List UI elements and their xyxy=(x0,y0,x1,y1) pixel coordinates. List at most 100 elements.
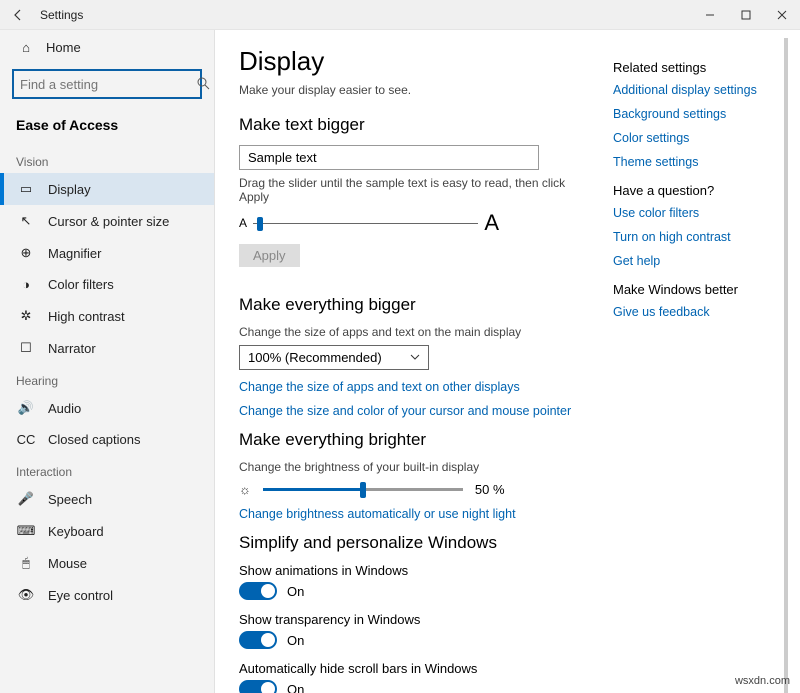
close-button[interactable] xyxy=(764,0,800,30)
slider-max-icon: A xyxy=(484,210,499,236)
heading-simplify: Simplify and personalize Windows xyxy=(239,533,589,553)
slider-min-icon: A xyxy=(239,216,247,230)
sidebar-item-label: Display xyxy=(48,182,91,197)
sidebar-item-closed-captions[interactable]: CC Closed captions xyxy=(0,424,214,455)
brightness-slider[interactable] xyxy=(263,488,463,491)
related-heading: Related settings xyxy=(613,60,776,75)
slider-track[interactable] xyxy=(253,223,478,224)
back-button[interactable] xyxy=(6,9,30,21)
toggle-label: Show animations in Windows xyxy=(239,563,589,578)
cursor-icon: ↖ xyxy=(16,213,36,229)
sidebar-item-label: Cursor & pointer size xyxy=(48,214,169,229)
related-link[interactable]: Background settings xyxy=(613,107,776,121)
link-night-light[interactable]: Change brightness automatically or use n… xyxy=(239,507,589,521)
link-cursor-size[interactable]: Change the size and color of your cursor… xyxy=(239,404,589,418)
heading-everything-bigger: Make everything bigger xyxy=(239,295,589,315)
sidebar-item-speech[interactable]: 🎤 Speech xyxy=(0,483,214,515)
question-heading: Have a question? xyxy=(613,183,776,198)
related-link[interactable]: Color settings xyxy=(613,131,776,145)
search-field[interactable] xyxy=(20,77,196,92)
home-label: Home xyxy=(46,40,81,55)
toggle-switch[interactable] xyxy=(239,680,277,693)
group-label: Hearing xyxy=(0,374,214,388)
chevron-down-icon xyxy=(410,350,420,365)
question-link[interactable]: Turn on high contrast xyxy=(613,230,776,244)
window-title: Settings xyxy=(40,8,83,22)
sidebar-item-label: Narrator xyxy=(48,341,96,356)
search-input[interactable] xyxy=(12,69,202,99)
scale-label: Change the size of apps and text on the … xyxy=(239,325,589,339)
page-subtitle: Make your display easier to see. xyxy=(239,83,589,97)
high-contrast-icon: ✲ xyxy=(16,308,36,324)
home-icon: ⌂ xyxy=(16,40,36,55)
maximize-button[interactable] xyxy=(728,0,764,30)
closed-captions-icon: CC xyxy=(16,432,36,447)
heading-brighter: Make everything brighter xyxy=(239,430,589,450)
toggle-state: On xyxy=(287,682,304,693)
sidebar-item-label: Closed captions xyxy=(48,432,141,447)
sample-text-box: Sample text xyxy=(239,145,539,170)
link-other-displays[interactable]: Change the size of apps and text on othe… xyxy=(239,380,589,394)
group-label: Interaction xyxy=(0,465,214,479)
category-title: Ease of Access xyxy=(0,111,214,145)
sun-icon: ☼ xyxy=(239,482,251,497)
titlebar: Settings xyxy=(0,0,800,30)
sidebar-item-label: Speech xyxy=(48,492,92,507)
sidebar-item-cursor[interactable]: ↖ Cursor & pointer size xyxy=(0,205,214,237)
text-size-slider[interactable]: A A xyxy=(239,210,499,236)
aside-panel: Related settings Additional display sett… xyxy=(609,38,784,693)
toggle-switch[interactable] xyxy=(239,631,277,649)
keyboard-icon: ⌨ xyxy=(16,523,36,539)
sidebar: ⌂ Home Ease of Access Vision ▭ Display ↖ Cur… xyxy=(0,30,215,693)
feedback-link[interactable]: Give us feedback xyxy=(613,305,776,319)
main-content: Display Make your display easier to see.… xyxy=(239,38,609,693)
group-label: Vision xyxy=(0,155,214,169)
related-link[interactable]: Additional display settings xyxy=(613,83,776,97)
page-title: Display xyxy=(239,46,589,77)
sidebar-item-display[interactable]: ▭ Display xyxy=(0,173,214,205)
audio-icon: 🔊 xyxy=(16,400,36,416)
mouse-icon: 🖱 xyxy=(16,555,36,571)
toggle-state: On xyxy=(287,584,304,599)
narrator-icon: ☐ xyxy=(16,340,36,356)
scrollbar[interactable] xyxy=(784,38,788,693)
brightness-value: 50 % xyxy=(475,482,505,497)
sidebar-item-keyboard[interactable]: ⌨ Keyboard xyxy=(0,515,214,547)
color-filters-icon: ◑ xyxy=(16,277,36,292)
scale-selected: 100% (Recommended) xyxy=(248,350,382,365)
sidebar-item-audio[interactable]: 🔊 Audio xyxy=(0,392,214,424)
sidebar-item-label: Audio xyxy=(48,401,81,416)
sidebar-item-label: High contrast xyxy=(48,309,125,324)
sidebar-item-magnifier[interactable]: ⊕Magnifier xyxy=(0,237,214,269)
slider-thumb[interactable] xyxy=(257,217,263,231)
question-link[interactable]: Get help xyxy=(613,254,776,268)
sidebar-item-label: Mouse xyxy=(48,556,87,571)
toggle-label: Show transparency in Windows xyxy=(239,612,589,627)
magnifier-icon: ⊕ xyxy=(16,245,36,261)
toggle-switch[interactable] xyxy=(239,582,277,600)
minimize-button[interactable] xyxy=(692,0,728,30)
slider-hint: Drag the slider until the sample text is… xyxy=(239,176,589,204)
scale-dropdown[interactable]: 100% (Recommended) xyxy=(239,345,429,370)
sidebar-item-high-contrast[interactable]: ✲ High contrast xyxy=(0,300,214,332)
display-icon: ▭ xyxy=(16,181,36,197)
question-link[interactable]: Use color filters xyxy=(613,206,776,220)
watermark: wsxdn.com xyxy=(735,675,790,687)
search-icon xyxy=(196,76,210,93)
brightness-label: Change the brightness of your built-in d… xyxy=(239,460,589,474)
sidebar-item-color-filters[interactable]: ◑ Color filters xyxy=(0,269,214,300)
sidebar-item-label: Keyboard xyxy=(48,524,104,539)
related-link[interactable]: Theme settings xyxy=(613,155,776,169)
speech-icon: 🎤 xyxy=(16,491,36,507)
home-button[interactable]: ⌂ Home xyxy=(0,30,214,65)
heading-text-bigger: Make text bigger xyxy=(239,115,589,135)
sidebar-item-mouse[interactable]: 🖱 Mouse xyxy=(0,547,214,579)
sidebar-item-narrator[interactable]: ☐ Narrator xyxy=(0,332,214,364)
eye-control-icon: 👁 xyxy=(16,587,36,603)
sidebar-item-eye-control[interactable]: 👁 Eye control xyxy=(0,579,214,611)
apply-button[interactable]: Apply xyxy=(239,244,300,267)
better-heading: Make Windows better xyxy=(613,282,776,297)
brightness-thumb[interactable] xyxy=(360,482,366,498)
sidebar-item-label: Eye control xyxy=(48,588,113,603)
sidebar-item-label: Color filters xyxy=(48,277,114,292)
